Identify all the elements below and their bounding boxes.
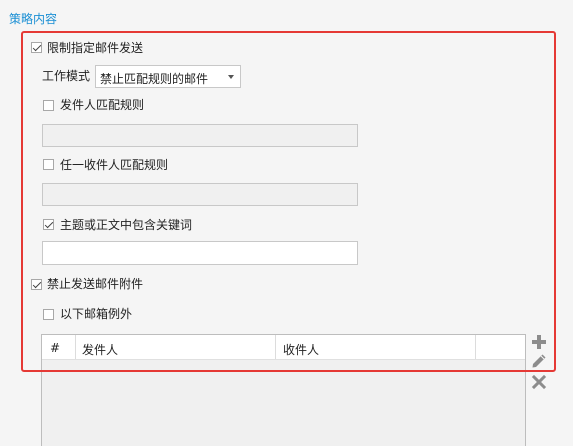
x-icon[interactable]	[531, 374, 547, 390]
highlight-box	[21, 31, 556, 372]
section-title: 策略内容	[9, 12, 58, 26]
